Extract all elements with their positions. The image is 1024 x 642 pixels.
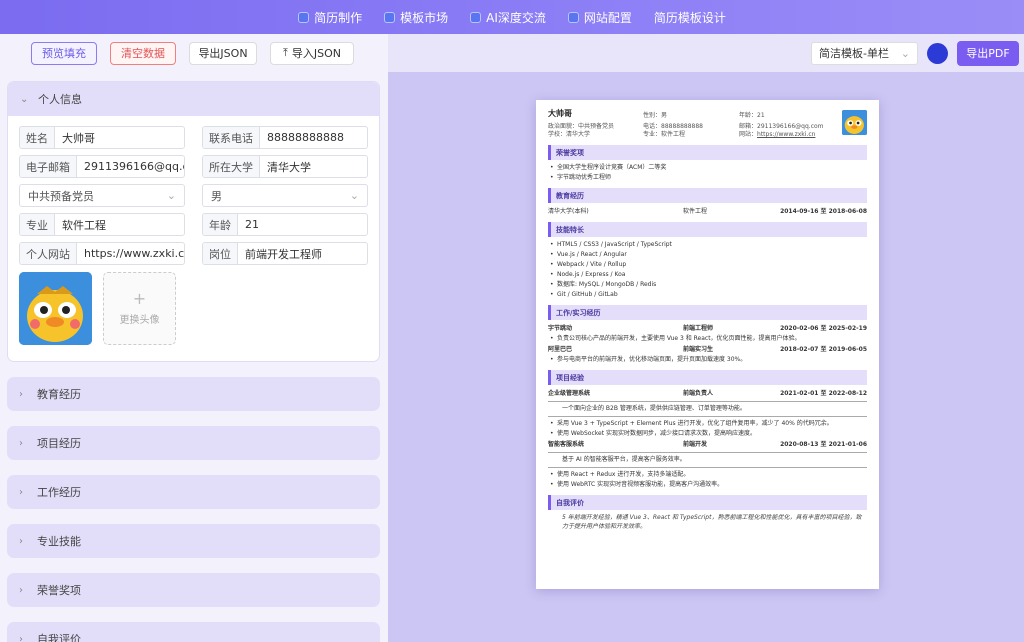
name-field[interactable]: 姓名 大帅哥	[19, 126, 185, 149]
editor-panel: 预览填充 清空数据 导出JSON ⤒ 导入JSON ⌄ 个人信息 姓名 大帅哥 联系电…	[0, 34, 388, 642]
divider	[548, 401, 867, 402]
section-projects[interactable]: › 项目经历	[7, 426, 380, 460]
export-pdf-button[interactable]: 导出PDF	[957, 40, 1019, 66]
resume-school: 学校：清华大学	[548, 131, 591, 138]
chevron-right-icon: ›	[19, 388, 23, 400]
import-json-button[interactable]: ⤒ 导入JSON	[270, 41, 354, 65]
list-item: Webpack / Vite / Rollup	[548, 260, 867, 270]
upload-icon: ⤒	[283, 46, 288, 59]
chevron-down-icon: ⌄	[349, 189, 359, 202]
top-nav: 简历制作 模板市场 AI深度交流 网站配置 简历模板设计	[0, 0, 1024, 34]
resume-header: 大帅哥 政治面貌：中共预备党员 学校：清华大学 性别：男 电话：88888888…	[548, 108, 867, 140]
resume-name: 大帅哥	[548, 109, 572, 118]
editor-toolbar: 预览填充 清空数据 导出JSON ⤒ 导入JSON	[0, 34, 388, 72]
plus-icon: +	[132, 289, 147, 308]
resume-avatar	[842, 110, 867, 135]
resume-edu-row: 清华大学(本科) 软件工程 2014-09-16 至 2018-06-08	[548, 208, 867, 215]
list-item: 全国大学生程序设计竞赛（ACM）二等奖	[548, 163, 867, 173]
list-item: 使用 WebRTC 实现实时音视频客服功能，提高客户沟通效率。	[548, 480, 867, 490]
section-awards[interactable]: › 荣誉奖项	[7, 573, 380, 607]
chevron-down-icon: ⌄	[166, 189, 176, 202]
personal-info-form: 姓名 大帅哥 联系电话 88888888888 电子邮箱 2911396166@qq.…	[8, 116, 379, 361]
resume-project-row: 企业级管理系统 前端负责人 2021-02-01 至 2022-08-12	[548, 390, 867, 397]
job-field[interactable]: 岗位 前端开发工程师	[202, 242, 368, 265]
resume-work-row: 字节跳动 前端工程师 2020-02-06 至 2025-02-19	[548, 325, 867, 332]
resume-work-row: 阿里巴巴 前端实习生 2018-02-07 至 2019-06-05	[548, 346, 867, 353]
chevron-right-icon: ›	[19, 584, 23, 596]
chevron-down-icon: ⌄	[900, 46, 910, 60]
divider	[548, 452, 867, 453]
nav-site-config[interactable]: 网站配置	[567, 9, 632, 26]
list-item: HTML5 / CSS3 / JavaScript / TypeScript	[548, 240, 867, 250]
chevron-right-icon: ›	[19, 486, 23, 498]
chevron-right-icon: ›	[19, 633, 23, 642]
website-field[interactable]: 个人网站 https://www.zxki.cn	[19, 242, 185, 265]
divider	[548, 416, 867, 417]
resume-skills-title: 技能特长	[548, 222, 867, 237]
list-item: 使用 WebSocket 实现实时数据同步，减少接口请求次数，提高响应速度。	[548, 429, 867, 439]
ai-icon	[470, 11, 482, 23]
email-field[interactable]: 电子邮箱2911396166@qq.cor	[19, 155, 185, 178]
resume-awards-title: 荣誉奖项	[548, 145, 867, 160]
list-item: 数据库: MySQL / MongoDB / Redis	[548, 280, 867, 290]
divider	[548, 467, 867, 468]
avatar[interactable]	[19, 272, 92, 345]
list-item: 参与电商平台的前端开发，优化移动端页面，提升页面加载速度 30%。	[548, 355, 867, 365]
chevron-right-icon: ›	[19, 437, 23, 449]
list-item: 字节跳动优秀工程师	[548, 173, 867, 183]
resume-eval-title: 自我评价	[548, 495, 867, 510]
theme-color-picker[interactable]	[927, 42, 948, 64]
list-item: 使用 React + Redux 进行开发，支持多端适配。	[548, 470, 867, 480]
preview-panel: 简洁模板-单栏 ⌄ 导出PDF 大帅哥 政治面貌：中共预备党员 学校：清华大学 性…	[388, 34, 1024, 642]
resume-age: 年龄：21	[739, 112, 765, 119]
resume-project-row: 智能客服系统 前端开发 2020-08-13 至 2021-01-06	[548, 441, 867, 448]
nav-resume-make[interactable]: 简历制作	[298, 9, 362, 26]
phone-field[interactable]: 联系电话 88888888888	[202, 126, 368, 149]
chevron-down-icon: ⌄	[20, 93, 29, 105]
list-item: Node.js / Express / Koa	[548, 270, 867, 280]
preview-fill-button[interactable]: 预览填充	[31, 41, 97, 65]
chevron-right-icon: ›	[19, 535, 23, 547]
clear-data-button[interactable]: 清空数据	[110, 41, 176, 65]
resume-major: 专业：软件工程	[643, 131, 686, 138]
project-intro: 基于 AI 的智能客服平台，提高客户服务效率。	[562, 456, 686, 463]
resume-edu-title: 教育经历	[548, 188, 867, 203]
resume-site: 网站：https://www.zxki.cn	[739, 131, 816, 138]
section-self-eval[interactable]: › 自我评价	[7, 622, 380, 642]
section-education[interactable]: › 教育经历	[7, 377, 380, 411]
nav-template-market[interactable]: 模板市场	[384, 9, 448, 26]
major-field[interactable]: 专业 软件工程	[19, 213, 185, 236]
personal-info-card: ⌄ 个人信息 姓名 大帅哥 联系电话 88888888888 电子邮箱 29113961…	[7, 81, 380, 362]
nav-ai-chat[interactable]: AI深度交流	[470, 9, 546, 26]
resume-projects-title: 项目经验	[548, 370, 867, 385]
section-skills[interactable]: › 专业技能	[7, 524, 380, 558]
resume-gender: 性别：男	[643, 112, 668, 119]
school-field[interactable]: 所在大学 清华大学	[202, 155, 368, 178]
resume-work-title: 工作/实习经历	[548, 305, 867, 320]
section-work[interactable]: › 工作经历	[7, 475, 380, 509]
resume-icon	[298, 11, 310, 23]
nav-template-design[interactable]: 简历模板设计	[654, 9, 726, 26]
list-item: 负责公司核心产品的前端开发，主要使用 Vue 3 和 React，优化页面性能，…	[548, 334, 867, 344]
list-item: Git / GitHub / GitLab	[548, 290, 867, 300]
template-icon	[384, 11, 396, 23]
template-select[interactable]: 简洁模板-单栏 ⌄	[811, 41, 918, 65]
list-item: 采用 Vue 3 + TypeScript + Element Plus 进行开…	[548, 419, 867, 429]
upload-avatar-button[interactable]: + 更换头像	[103, 272, 176, 345]
personal-info-header[interactable]: ⌄ 个人信息	[8, 82, 379, 116]
project-intro: 一个面向企业的 B2B 管理系统，提供供应链管理、订单管理等功能。	[562, 405, 746, 412]
political-select[interactable]: 中共预备党员 ⌄	[19, 184, 185, 207]
export-json-button[interactable]: 导出JSON	[189, 41, 257, 65]
resume-eval-text: 5 年前端开发经验，精通 Vue 3、React 和 TypeScript，熟悉…	[562, 514, 862, 530]
gender-select[interactable]: 男 ⌄	[202, 184, 368, 207]
list-item: Vue.js / React / Angular	[548, 250, 867, 260]
age-field[interactable]: 年龄 21	[202, 213, 368, 236]
preview-toolbar: 简洁模板-单栏 ⌄ 导出PDF	[388, 34, 1024, 72]
config-icon	[567, 11, 579, 23]
resume-preview: 大帅哥 政治面貌：中共预备党员 学校：清华大学 性别：男 电话：88888888…	[536, 100, 879, 589]
